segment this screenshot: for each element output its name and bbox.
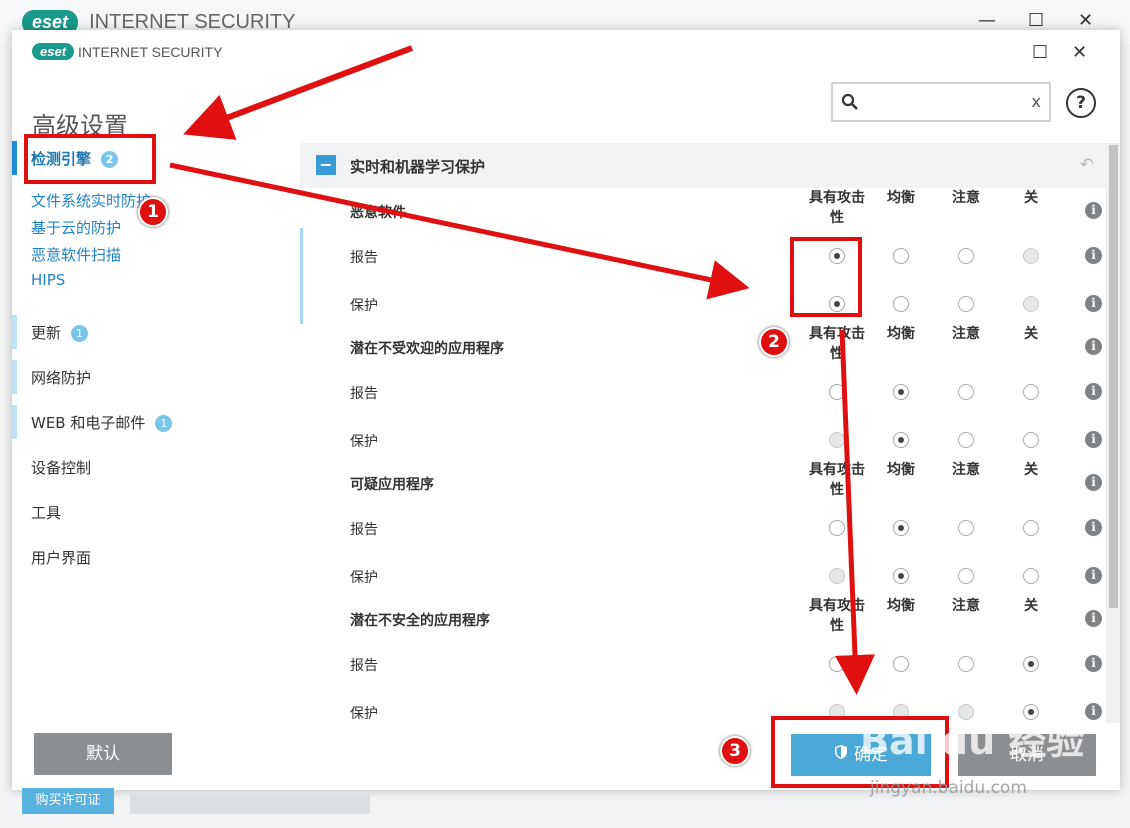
highlight-aggressive-radios	[790, 237, 862, 317]
annotation-arrows	[169, 45, 875, 695]
watermark: Bai du 经验 jingyan.baidu.com	[860, 710, 1085, 798]
arrow-to-ok	[835, 329, 875, 695]
watermark-url: jingyan.baidu.com	[870, 778, 1027, 798]
annotation-number-1: 1	[138, 197, 168, 227]
highlight-detection-engine	[24, 134, 156, 184]
arrow-to-detection	[183, 45, 414, 140]
annotation-number-3: 3	[720, 736, 750, 766]
arrow-to-radio	[169, 162, 750, 300]
annotation-number-2: 2	[759, 327, 789, 357]
watermark-brand: Bai du 经验	[860, 719, 1085, 763]
